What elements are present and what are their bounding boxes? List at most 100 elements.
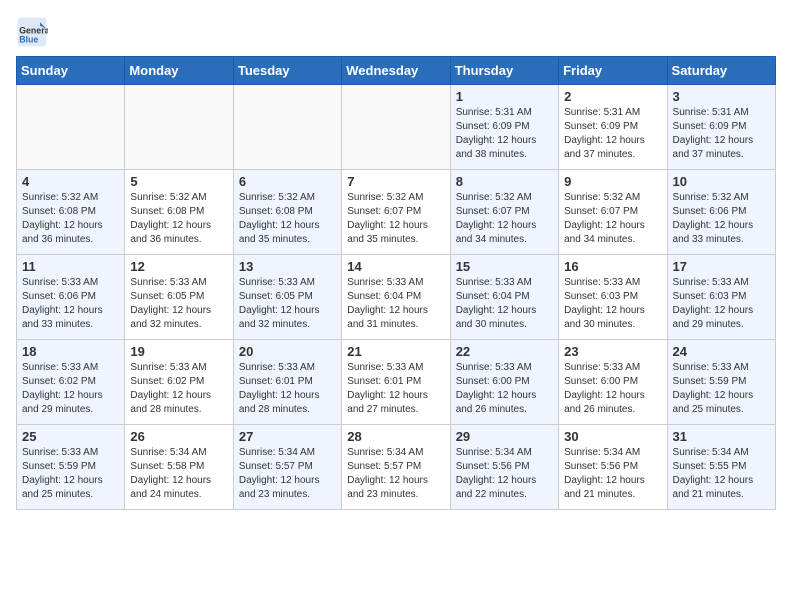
calendar-day-cell: 13 Sunrise: 5:33 AM Sunset: 6:05 PM Dayli… bbox=[233, 255, 341, 340]
day-number: 1 bbox=[456, 89, 553, 104]
day-info: Sunrise: 5:33 AM Sunset: 6:00 PM Dayligh… bbox=[456, 361, 553, 417]
calendar-day-cell: 23 Sunrise: 5:33 AM Sunset: 6:00 PM Dayli… bbox=[559, 340, 667, 425]
day-info: Sunrise: 5:32 AM Sunset: 6:07 PM Dayligh… bbox=[347, 191, 444, 247]
day-number: 19 bbox=[130, 344, 227, 359]
calendar-day-cell: 1 Sunrise: 5:31 AM Sunset: 6:09 PM Daylig… bbox=[450, 85, 558, 170]
day-number: 14 bbox=[347, 259, 444, 274]
day-number: 4 bbox=[22, 174, 119, 189]
day-info: Sunrise: 5:33 AM Sunset: 6:04 PM Dayligh… bbox=[456, 276, 553, 332]
day-info: Sunrise: 5:33 AM Sunset: 6:02 PM Dayligh… bbox=[130, 361, 227, 417]
calendar-day-cell bbox=[342, 85, 450, 170]
day-info: Sunrise: 5:33 AM Sunset: 6:01 PM Dayligh… bbox=[239, 361, 336, 417]
calendar-day-cell: 20 Sunrise: 5:33 AM Sunset: 6:01 PM Dayli… bbox=[233, 340, 341, 425]
day-info: Sunrise: 5:32 AM Sunset: 6:06 PM Dayligh… bbox=[673, 191, 770, 247]
calendar-day-cell: 6 Sunrise: 5:32 AM Sunset: 6:08 PM Daylig… bbox=[233, 170, 341, 255]
day-number: 21 bbox=[347, 344, 444, 359]
day-info: Sunrise: 5:32 AM Sunset: 6:07 PM Dayligh… bbox=[456, 191, 553, 247]
calendar-table: SundayMondayTuesdayWednesdayThursdayFrid… bbox=[16, 56, 776, 510]
day-info: Sunrise: 5:32 AM Sunset: 6:07 PM Dayligh… bbox=[564, 191, 661, 247]
day-number: 24 bbox=[673, 344, 770, 359]
logo-icon: General Blue bbox=[16, 16, 48, 48]
calendar-day-cell: 17Sunrise: 5:33 AM Sunset: 6:03 PM Dayli… bbox=[667, 255, 775, 340]
svg-text:Blue: Blue bbox=[19, 34, 38, 44]
calendar-week-row: 18 Sunrise: 5:33 AM Sunset: 6:02 PM Dayli… bbox=[17, 340, 776, 425]
weekday-header-saturday: Saturday bbox=[667, 57, 775, 85]
calendar-day-cell: 11 Sunrise: 5:33 AM Sunset: 6:06 PM Dayli… bbox=[17, 255, 125, 340]
day-info: Sunrise: 5:33 AM Sunset: 6:01 PM Dayligh… bbox=[347, 361, 444, 417]
day-number: 5 bbox=[130, 174, 227, 189]
calendar-day-cell: 31 Sunrise: 5:34 AM Sunset: 5:55 PM Dayli… bbox=[667, 425, 775, 510]
day-number: 10 bbox=[673, 174, 770, 189]
day-info: Sunrise: 5:31 AM Sunset: 6:09 PM Dayligh… bbox=[456, 106, 553, 162]
day-number: 22 bbox=[456, 344, 553, 359]
page-header: General Blue bbox=[16, 16, 776, 48]
calendar-day-cell: 14 Sunrise: 5:33 AM Sunset: 6:04 PM Dayli… bbox=[342, 255, 450, 340]
day-info: Sunrise: 5:33 AM Sunset: 6:02 PM Dayligh… bbox=[22, 361, 119, 417]
weekday-header-tuesday: Tuesday bbox=[233, 57, 341, 85]
day-info: Sunrise: 5:32 AM Sunset: 6:08 PM Dayligh… bbox=[130, 191, 227, 247]
day-number: 11 bbox=[22, 259, 119, 274]
calendar-day-cell: 30Sunrise: 5:34 AM Sunset: 5:56 PM Dayli… bbox=[559, 425, 667, 510]
day-number: 26 bbox=[130, 429, 227, 444]
day-number: 29 bbox=[456, 429, 553, 444]
weekday-header-sunday: Sunday bbox=[17, 57, 125, 85]
day-number: 3 bbox=[673, 89, 770, 104]
day-number: 13 bbox=[239, 259, 336, 274]
day-info: Sunrise: 5:32 AM Sunset: 6:08 PM Dayligh… bbox=[22, 191, 119, 247]
calendar-day-cell: 19 Sunrise: 5:33 AM Sunset: 6:02 PM Dayli… bbox=[125, 340, 233, 425]
day-number: 18 bbox=[22, 344, 119, 359]
day-info: Sunrise: 5:34 AM Sunset: 5:57 PM Dayligh… bbox=[347, 446, 444, 502]
day-info: Sunrise: 5:34 AM Sunset: 5:55 PM Dayligh… bbox=[673, 446, 770, 502]
calendar-day-cell: 15Sunrise: 5:33 AM Sunset: 6:04 PM Dayli… bbox=[450, 255, 558, 340]
calendar-day-cell: 9 Sunrise: 5:32 AM Sunset: 6:07 PM Daylig… bbox=[559, 170, 667, 255]
calendar-day-cell: 28Sunrise: 5:34 AM Sunset: 5:57 PM Dayli… bbox=[342, 425, 450, 510]
calendar-day-cell: 2 Sunrise: 5:31 AM Sunset: 6:09 PM Daylig… bbox=[559, 85, 667, 170]
day-info: Sunrise: 5:34 AM Sunset: 5:56 PM Dayligh… bbox=[456, 446, 553, 502]
calendar-week-row: 11 Sunrise: 5:33 AM Sunset: 6:06 PM Dayli… bbox=[17, 255, 776, 340]
day-info: Sunrise: 5:33 AM Sunset: 6:05 PM Dayligh… bbox=[130, 276, 227, 332]
day-number: 31 bbox=[673, 429, 770, 444]
calendar-day-cell: 8 Sunrise: 5:32 AM Sunset: 6:07 PM Daylig… bbox=[450, 170, 558, 255]
day-info: Sunrise: 5:33 AM Sunset: 6:06 PM Dayligh… bbox=[22, 276, 119, 332]
day-number: 20 bbox=[239, 344, 336, 359]
calendar-day-cell bbox=[17, 85, 125, 170]
day-number: 6 bbox=[239, 174, 336, 189]
weekday-header-monday: Monday bbox=[125, 57, 233, 85]
calendar-week-row: 4 Sunrise: 5:32 AM Sunset: 6:08 PM Daylig… bbox=[17, 170, 776, 255]
day-info: Sunrise: 5:33 AM Sunset: 6:03 PM Dayligh… bbox=[564, 276, 661, 332]
logo: General Blue bbox=[16, 16, 52, 48]
calendar-day-cell: 27Sunrise: 5:34 AM Sunset: 5:57 PM Dayli… bbox=[233, 425, 341, 510]
day-number: 25 bbox=[22, 429, 119, 444]
day-info: Sunrise: 5:33 AM Sunset: 6:05 PM Dayligh… bbox=[239, 276, 336, 332]
calendar-day-cell: 4 Sunrise: 5:32 AM Sunset: 6:08 PM Daylig… bbox=[17, 170, 125, 255]
calendar-day-cell: 12 Sunrise: 5:33 AM Sunset: 6:05 PM Dayli… bbox=[125, 255, 233, 340]
calendar-day-cell: 25 Sunrise: 5:33 AM Sunset: 5:59 PM Dayli… bbox=[17, 425, 125, 510]
day-info: Sunrise: 5:33 AM Sunset: 6:00 PM Dayligh… bbox=[564, 361, 661, 417]
day-number: 9 bbox=[564, 174, 661, 189]
day-info: Sunrise: 5:34 AM Sunset: 5:57 PM Dayligh… bbox=[239, 446, 336, 502]
day-info: Sunrise: 5:31 AM Sunset: 6:09 PM Dayligh… bbox=[673, 106, 770, 162]
day-info: Sunrise: 5:34 AM Sunset: 5:58 PM Dayligh… bbox=[130, 446, 227, 502]
day-info: Sunrise: 5:33 AM Sunset: 6:04 PM Dayligh… bbox=[347, 276, 444, 332]
weekday-header-row: SundayMondayTuesdayWednesdayThursdayFrid… bbox=[17, 57, 776, 85]
day-info: Sunrise: 5:34 AM Sunset: 5:56 PM Dayligh… bbox=[564, 446, 661, 502]
calendar-day-cell: 29 Sunrise: 5:34 AM Sunset: 5:56 PM Dayli… bbox=[450, 425, 558, 510]
day-number: 2 bbox=[564, 89, 661, 104]
calendar-week-row: 25 Sunrise: 5:33 AM Sunset: 5:59 PM Dayli… bbox=[17, 425, 776, 510]
weekday-header-wednesday: Wednesday bbox=[342, 57, 450, 85]
calendar-week-row: 1 Sunrise: 5:31 AM Sunset: 6:09 PM Daylig… bbox=[17, 85, 776, 170]
calendar-day-cell: 21 Sunrise: 5:33 AM Sunset: 6:01 PM Dayli… bbox=[342, 340, 450, 425]
calendar-day-cell: 16Sunrise: 5:33 AM Sunset: 6:03 PM Dayli… bbox=[559, 255, 667, 340]
calendar-day-cell: 5 Sunrise: 5:32 AM Sunset: 6:08 PM Daylig… bbox=[125, 170, 233, 255]
day-number: 7 bbox=[347, 174, 444, 189]
day-info: Sunrise: 5:33 AM Sunset: 5:59 PM Dayligh… bbox=[22, 446, 119, 502]
day-number: 12 bbox=[130, 259, 227, 274]
day-info: Sunrise: 5:33 AM Sunset: 5:59 PM Dayligh… bbox=[673, 361, 770, 417]
day-info: Sunrise: 5:32 AM Sunset: 6:08 PM Dayligh… bbox=[239, 191, 336, 247]
day-info: Sunrise: 5:31 AM Sunset: 6:09 PM Dayligh… bbox=[564, 106, 661, 162]
day-number: 8 bbox=[456, 174, 553, 189]
calendar-day-cell: 7 Sunrise: 5:32 AM Sunset: 6:07 PM Daylig… bbox=[342, 170, 450, 255]
calendar-day-cell: 10 Sunrise: 5:32 AM Sunset: 6:06 PM Dayli… bbox=[667, 170, 775, 255]
day-number: 17 bbox=[673, 259, 770, 274]
day-number: 23 bbox=[564, 344, 661, 359]
